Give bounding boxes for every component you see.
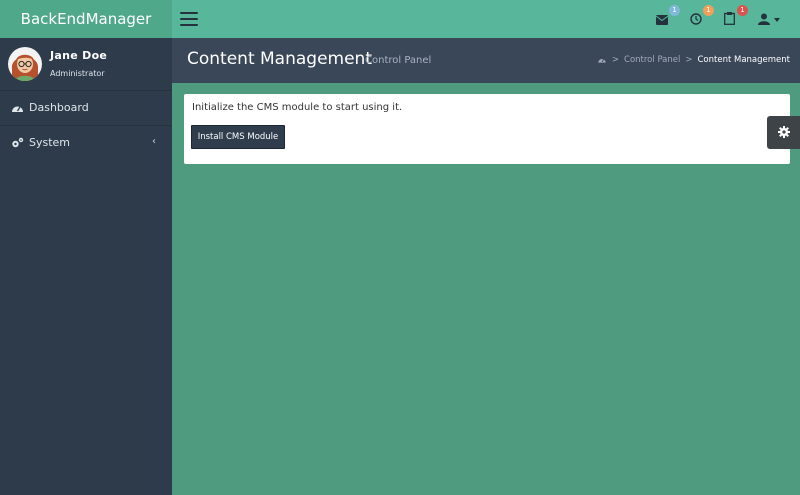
sidebar-item-label: Dashboard [29, 101, 89, 114]
menu-toggle-icon[interactable] [180, 12, 198, 26]
user-panel: Jane Doe Administrator [0, 38, 172, 90]
breadcrumb: > Control Panel > Content Management [597, 55, 790, 65]
breadcrumb-separator: > [611, 55, 620, 65]
user-role: Administrator [50, 69, 105, 78]
notifications-badge: 1 [703, 5, 714, 16]
sidebar-item-dashboard[interactable]: Dashboard [0, 90, 172, 125]
user-name: Jane Doe [50, 49, 108, 62]
clipboard-icon [724, 12, 735, 25]
breadcrumb-current: Content Management [697, 55, 791, 65]
messages-badge: 1 [669, 5, 680, 16]
sidebar-item-label: System [29, 136, 71, 149]
user-icon [758, 13, 770, 25]
notifications-button[interactable]: 1 [690, 5, 714, 26]
clock-icon [690, 13, 702, 25]
install-cms-button-label: Install CMS Module [197, 132, 279, 142]
top-navbar: 1 1 1 [172, 0, 800, 38]
envelope-icon [655, 15, 669, 25]
brand-logo[interactable]: BackEndManager [0, 0, 172, 38]
tasks-badge: 1 [737, 5, 748, 16]
content-header: Content Management Control Panel > Contr… [172, 38, 800, 83]
breadcrumb-link-control-panel[interactable]: Control Panel [624, 55, 680, 65]
chevron-left-icon: ‹ [152, 136, 156, 147]
gear-icon [778, 126, 790, 138]
tasks-button[interactable]: 1 [724, 5, 748, 26]
cogs-icon [12, 137, 24, 148]
install-cms-button[interactable]: Install CMS Module [191, 125, 285, 149]
init-message: Initialize the CMS module to start using… [192, 102, 403, 113]
cms-init-box: Initialize the CMS module to start using… [184, 94, 790, 164]
messages-button[interactable]: 1 [655, 5, 680, 26]
sidebar: Jane Doe Administrator Dashboard System … [0, 38, 172, 495]
sidebar-item-system[interactable]: System ‹ [0, 125, 172, 160]
caret-down-icon [774, 18, 780, 22]
page-title: Content Management [187, 49, 372, 69]
page-subtitle: Control Panel [365, 55, 432, 66]
avatar [8, 47, 42, 81]
brand-name: BackEndManager [20, 10, 152, 28]
settings-toggle[interactable] [767, 116, 800, 149]
user-menu-button[interactable] [758, 10, 784, 26]
dashboard-icon [12, 106, 23, 112]
dashboard-icon[interactable] [597, 56, 607, 64]
breadcrumb-separator: > [685, 55, 693, 65]
